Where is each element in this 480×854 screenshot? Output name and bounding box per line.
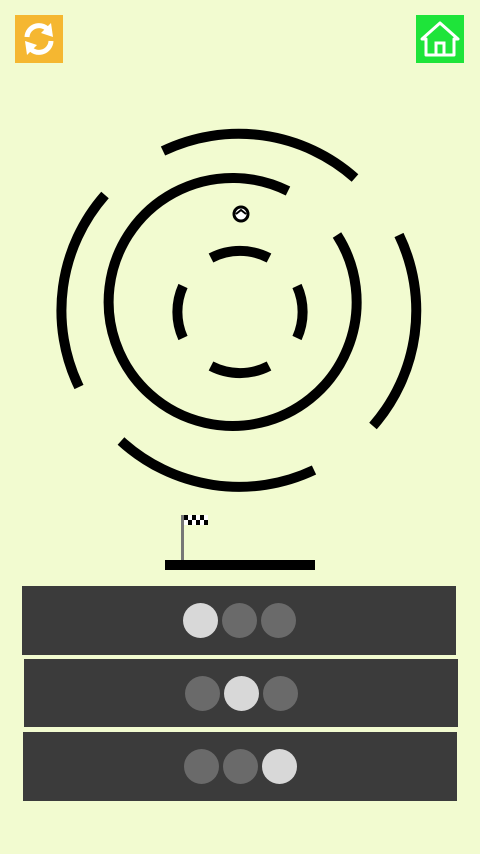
level-panel-1[interactable] [22, 586, 456, 655]
checkered-flag-icon [184, 515, 208, 525]
outer-ring-segment [117, 437, 317, 492]
outer-ring-segment [56, 191, 109, 390]
level-panel-3[interactable] [23, 732, 457, 801]
home-button[interactable] [416, 15, 464, 63]
dot-1 [183, 749, 219, 784]
platform-bar [165, 560, 315, 570]
dot-2 [221, 603, 257, 638]
dot-3 [260, 603, 296, 638]
outer-ring-segment [160, 128, 359, 182]
dot-2 [223, 675, 259, 711]
flag-pole [181, 515, 184, 560]
dot-1 [182, 603, 218, 638]
dot-3 [262, 675, 298, 711]
level-panel-2[interactable] [24, 659, 458, 727]
ball[interactable] [232, 205, 250, 223]
dot-2 [222, 749, 258, 784]
inner-ring-segment [292, 283, 308, 341]
inner-ring-segment [208, 245, 272, 263]
restart-button[interactable] [15, 15, 63, 63]
dot-3 [261, 749, 297, 784]
inner-ring-segment [172, 283, 188, 341]
refresh-icon [15, 15, 63, 63]
ring-maze[interactable] [0, 100, 480, 500]
dot-1 [184, 675, 220, 711]
goal-platform [165, 515, 315, 570]
home-icon [416, 15, 464, 63]
inner-ring-segment [208, 361, 272, 379]
outer-ring-segment [369, 232, 422, 430]
